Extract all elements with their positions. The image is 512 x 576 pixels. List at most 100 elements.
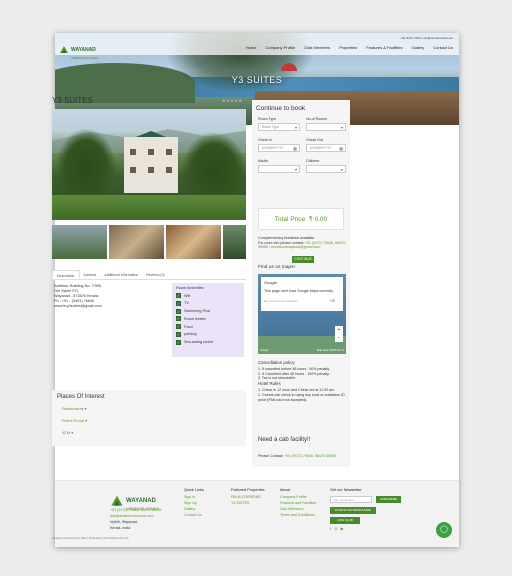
tab-additional-info[interactable]: Additional Information <box>100 270 142 279</box>
google-map[interactable]: Google This page can't load Google Maps … <box>258 274 346 354</box>
thumbnail-strip <box>52 225 246 259</box>
map-dialog-title: Google <box>264 280 277 285</box>
tab-description[interactable]: Description <box>52 270 80 279</box>
continue-button[interactable]: CONTINUE <box>292 256 314 263</box>
map-zoom-control[interactable]: + − <box>335 326 343 342</box>
map-error-dialog: Google This page can't load Google Maps … <box>261 277 343 311</box>
chevron-down-icon: ▾ <box>294 125 297 130</box>
image-window <box>166 149 172 155</box>
check-icon: ✓ <box>176 308 181 314</box>
amenities-panel: Room Amenities ✓ Wifi ✓ TV ✓ Swimming Pool … <box>172 283 244 357</box>
subscribe-button[interactable]: SUBSCRIBE <box>376 496 401 503</box>
about-heading: About <box>280 488 290 492</box>
amenity-label: Swimming Pool <box>184 309 211 314</box>
nav-links: Home Company Profile Club Members Proper… <box>246 45 453 50</box>
image-window <box>166 167 172 173</box>
checkout-field[interactable]: DD/MM/YYYY ▦ <box>306 144 346 152</box>
thumbnail-2[interactable] <box>109 225 164 259</box>
image-window <box>130 149 136 155</box>
checkin-field[interactable]: DD/MM/YYYY ▦ <box>258 144 300 152</box>
check-icon: ✓ <box>176 339 181 345</box>
check-icon: ✓ <box>176 300 181 306</box>
chat-icon[interactable]: ◯ <box>436 522 452 538</box>
main-property-image[interactable] <box>52 109 246 220</box>
newsletter-heading: Get our Newsletter <box>330 488 362 492</box>
thumbnail-4[interactable] <box>223 225 246 259</box>
cab-phone[interactable]: +91 (0472) 70646, 98470 55455 <box>284 454 335 458</box>
nav-features[interactable]: Features & Facilities <box>366 45 402 50</box>
image-window <box>130 167 136 173</box>
cab-title: Need a cab facility!! <box>258 437 311 443</box>
footer-featured-item[interactable]: Y3 SUITES <box>231 500 265 506</box>
footer-link-contact[interactable]: Contact Us <box>184 512 204 518</box>
nav-home[interactable]: Home <box>246 45 257 50</box>
footer-about: About Company Profile Features and Facil… <box>280 487 316 518</box>
cab-contact-label: Please Contact: <box>258 454 284 458</box>
check-icon: ✓ <box>176 293 181 298</box>
top-nav: WAYANAD AMBIENCE HOMES +91 8472 7564 | i… <box>55 33 459 60</box>
children-select[interactable]: ▾ <box>306 165 346 173</box>
total-price: Total Price: ₹ 0.00 <box>258 208 344 230</box>
join-club-button[interactable]: JOIN CLUB <box>330 517 360 524</box>
youtube-icon[interactable]: ▶ <box>341 526 347 531</box>
thumbnail-1[interactable] <box>52 225 107 259</box>
amenity-label: Wifi <box>184 293 191 298</box>
check-icon: ✓ <box>176 324 181 330</box>
info-tabs: Description Address Additional Informati… <box>52 270 246 280</box>
booking-title: Continue to book <box>256 105 306 112</box>
download-brochure-button[interactable]: DOWNLOAD BROCHURE <box>330 507 376 514</box>
brand-tagline: AMBIENCE HOMES <box>71 56 99 60</box>
adults-select[interactable]: ▾ <box>258 165 300 173</box>
chevron-down-icon: ▾ <box>340 125 343 130</box>
children-label: Children <box>306 159 320 163</box>
logo-leaf-icon <box>111 495 123 506</box>
nav-company-profile[interactable]: Company Profile <box>265 45 295 50</box>
note-contact-label: For more info please contact <box>258 240 304 245</box>
footer-brand-name: WAYANAD <box>126 498 156 504</box>
poi-atm[interactable]: ATM ▾ <box>62 430 241 435</box>
footer-link-terms[interactable]: Terms and Conditions <box>280 512 316 518</box>
tab-reviews[interactable]: Reviews (0) <box>142 270 168 279</box>
address-email: resorts.y3suites@gmail.com <box>54 304 102 308</box>
map-dialog-ok[interactable]: OK <box>330 299 335 303</box>
room-type-select[interactable]: Room Type ▾ <box>258 123 300 131</box>
nav-club-members[interactable]: Club Members <box>304 45 330 50</box>
quick-links-heading: Quick Links <box>184 488 204 492</box>
rating-stars[interactable]: ★★★★★ <box>222 98 242 103</box>
map-footer-left: Google <box>260 349 269 352</box>
chevron-down-icon: ▾ <box>340 167 343 172</box>
check-icon: ✓ <box>176 331 181 337</box>
amenity-label: Food <box>184 324 193 329</box>
poi-petrol-pump[interactable]: Petrol Pump ▾ <box>62 418 241 423</box>
nav-gallery[interactable]: Gallery <box>412 45 425 50</box>
site-logo[interactable]: WAYANAD AMBIENCE HOMES <box>59 38 99 60</box>
header-contact: +91 8472 7564 | info@ambiencehomes <box>400 36 453 40</box>
checkout-label: Check Out <box>306 138 323 142</box>
cancellation-heading: Cancellation policy <box>258 360 295 365</box>
rules-heading: Hotel Rules <box>258 381 281 387</box>
thumbnail-3[interactable] <box>166 225 221 259</box>
amenity-row: ✓ Room heater <box>176 316 240 322</box>
adults-label: Adults <box>258 159 268 163</box>
note-phone[interactable]: +91 (0472) 70646, 98470 <box>305 241 345 245</box>
image-window <box>148 167 154 173</box>
nav-contact[interactable]: Contact Us <box>433 45 453 50</box>
listing-title: Y3 SUITES <box>52 96 93 105</box>
amenity-row: ✓ TV <box>176 300 240 306</box>
tab-address[interactable]: Address <box>80 270 101 279</box>
checkin-placeholder: DD/MM/YYYY <box>262 146 284 150</box>
rooms-select[interactable]: ▾ <box>306 123 346 131</box>
address-block: Address: Building No. 7/395, Old Vythiri… <box>54 284 164 309</box>
poi-restaurants[interactable]: Restaurants ▾ <box>62 406 241 411</box>
amenity-label: Sea-acting locker <box>184 340 214 345</box>
newsletter-email-input[interactable]: Your email here <box>330 496 372 503</box>
footer-address: Kerala, India <box>110 526 131 530</box>
footer-featured: Featured Properties PALM CORRIDNS Y3 SUI… <box>231 487 265 506</box>
note-email[interactable]: 55455 / resortsonwayanad@gmail.com <box>258 245 346 250</box>
amenity-row: ✓ Swimming Pool <box>176 308 240 314</box>
nav-properties[interactable]: Properties <box>339 45 357 50</box>
rule-line: 2. Guests can check-in using any local o… <box>258 392 345 402</box>
social-icons: f◎▶ <box>330 526 347 531</box>
cab-contact: Please Contact: +91 (0472) 70646, 98470 … <box>258 454 336 458</box>
booking-note: Complementary breakfast available For mo… <box>258 236 346 250</box>
